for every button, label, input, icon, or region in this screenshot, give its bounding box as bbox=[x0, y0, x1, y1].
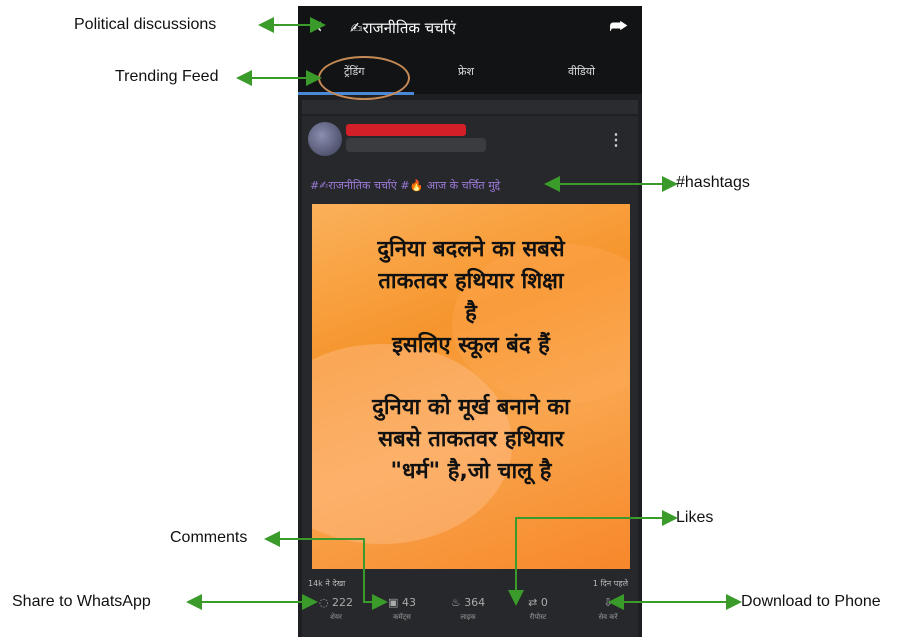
comment-count: 43 bbox=[401, 596, 416, 609]
feed-separator bbox=[302, 100, 638, 114]
post-line: "धर्म" है,जो चालू है bbox=[390, 459, 552, 484]
redacted-subtitle bbox=[346, 138, 486, 152]
callout-comments: Comments bbox=[170, 529, 248, 546]
phone-screen: ‹ ✍राजनीतिक चर्चाएं ⮫ ट्रेंडिंग फ्रेश वी… bbox=[298, 6, 642, 637]
comments-label: कमेंट्स bbox=[393, 613, 411, 621]
post-line: दुनिया को मूर्ख बनाने का bbox=[372, 395, 570, 420]
post-line: सबसे ताकतवर हथियार bbox=[378, 427, 564, 452]
callout-political-discussions: Political discussions bbox=[74, 16, 217, 33]
tab-fresh[interactable]: फ्रेश bbox=[458, 64, 474, 79]
share-icon[interactable]: ⮫ bbox=[609, 14, 628, 38]
top-bar: ‹ ✍राजनीतिक चर्चाएं ⮫ bbox=[298, 6, 642, 50]
repost-label: रीपोस्ट bbox=[529, 613, 547, 621]
repost-button[interactable]: ⇄ 0 रीपोस्ट bbox=[510, 596, 566, 622]
more-options-icon[interactable]: ⋮ bbox=[608, 130, 624, 150]
post-time: 1 दिन पहले bbox=[592, 579, 628, 588]
share-count: 222 bbox=[332, 596, 354, 609]
highlight-circle bbox=[318, 56, 410, 100]
post-line: ताकतवर हथियार शिक्षा bbox=[378, 269, 564, 294]
avatar[interactable] bbox=[308, 122, 342, 156]
repost-icon: ⇄ bbox=[528, 596, 538, 609]
view-count: 14k ने देखा bbox=[308, 579, 346, 588]
back-icon[interactable]: ‹ bbox=[314, 14, 323, 39]
tab-video[interactable]: वीडियो bbox=[568, 64, 595, 79]
like-icon: ♨ bbox=[450, 596, 461, 609]
like-button[interactable]: ♨ 364 लाइक bbox=[440, 596, 496, 622]
share-label: शेयर bbox=[330, 613, 342, 621]
callout-trending-feed: Trending Feed bbox=[115, 68, 219, 85]
share-whatsapp-button[interactable]: ◌ 222 शेयर bbox=[308, 596, 364, 622]
whatsapp-icon: ◌ bbox=[318, 596, 329, 609]
download-button[interactable]: ⇩ सेव करें bbox=[580, 596, 636, 622]
post-hashtags[interactable]: #✍राजनीतिक चर्चाएं #🔥 आज के चर्चित मुद्द… bbox=[310, 178, 500, 193]
post-line: है bbox=[465, 301, 477, 326]
post-message: दुनिया बदलने का सबसे ताकतवर हथियार शिक्ष… bbox=[312, 234, 630, 488]
callout-download-phone: Download to Phone bbox=[741, 593, 881, 610]
callout-likes: Likes bbox=[676, 509, 714, 526]
download-icon: ⇩ bbox=[603, 596, 613, 609]
callout-share-whatsapp: Share to WhatsApp bbox=[12, 593, 151, 610]
post-line: दुनिया बदलने का सबसे bbox=[377, 237, 565, 262]
redacted-username bbox=[346, 124, 466, 136]
like-count: 364 bbox=[464, 596, 486, 609]
save-label: सेव करें bbox=[598, 613, 618, 621]
action-bar: ◌ 222 शेयर ▣ 43 कमेंट्स ♨ 364 लाइक ⇄ 0 र… bbox=[298, 596, 642, 630]
repost-count: 0 bbox=[540, 596, 548, 609]
comment-icon: ▣ bbox=[388, 596, 399, 609]
comments-button[interactable]: ▣ 43 कमेंट्स bbox=[374, 596, 430, 622]
post-image[interactable]: दुनिया बदलने का सबसे ताकतवर हथियार शिक्ष… bbox=[312, 204, 630, 569]
callout-hashtags: #hashtags bbox=[676, 174, 750, 191]
like-label: लाइक bbox=[460, 613, 476, 621]
page-title: ✍राजनीतिक चर्चाएं bbox=[350, 19, 456, 37]
post-line: इसलिए स्कूल बंद हैं bbox=[392, 333, 550, 358]
